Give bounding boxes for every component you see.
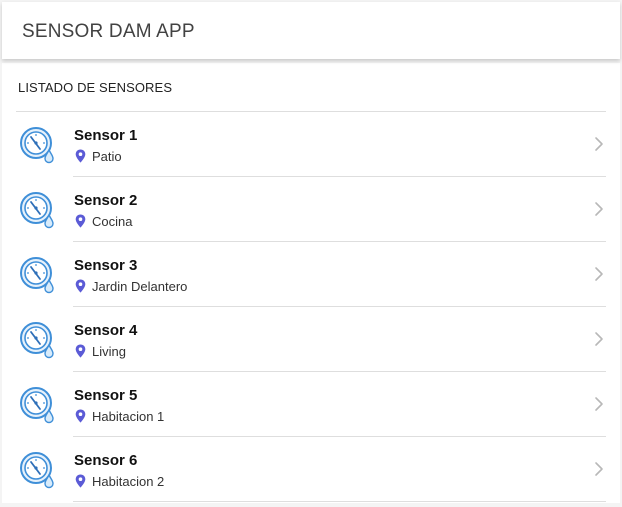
location-label: Patio xyxy=(92,148,122,164)
chevron-right-icon xyxy=(595,267,603,281)
app-window: SENSOR DAM APP LISTADO DE SENSORES Senso… xyxy=(0,0,622,507)
location-label: Cocina xyxy=(92,213,133,229)
water-gauge-icon xyxy=(20,127,54,164)
location-pin-icon xyxy=(75,214,86,228)
sensor-name: Sensor 4 xyxy=(74,322,138,339)
location-label: Jardin Delantero xyxy=(92,278,188,294)
sensor-list-item-2[interactable]: Sensor 2 Cocina xyxy=(2,177,620,242)
sensor-name: Sensor 3 xyxy=(74,257,138,274)
chevron-right-icon xyxy=(595,202,603,216)
sensor-list-item-4[interactable]: Sensor 4 Living xyxy=(2,307,620,372)
water-gauge-icon xyxy=(20,452,54,489)
location-pin-icon xyxy=(75,409,86,423)
sensor-list-item-3[interactable]: Sensor 3 Jardin Delantero xyxy=(2,242,620,307)
chevron-right-icon xyxy=(595,332,603,346)
sensor-location: Jardin Delantero xyxy=(75,278,187,294)
sensor-location: Living xyxy=(75,343,126,359)
sensor-list-panel: LISTADO DE SENSORES Sensor 1 Patio Senso… xyxy=(2,63,620,503)
sensor-list-item-5[interactable]: Sensor 5 Habitacion 1 xyxy=(2,372,620,437)
chevron-right-icon xyxy=(595,137,603,151)
sensor-location: Habitacion 2 xyxy=(75,473,164,489)
location-label: Living xyxy=(92,343,126,359)
list-header: LISTADO DE SENSORES xyxy=(18,80,173,95)
water-gauge-icon xyxy=(20,257,54,294)
sensor-list-item-6[interactable]: Sensor 6 Habitacion 2 xyxy=(2,437,620,502)
divider xyxy=(73,501,606,502)
water-gauge-icon xyxy=(20,192,54,229)
sensor-location: Cocina xyxy=(75,213,132,229)
location-pin-icon xyxy=(75,474,86,488)
sensor-location: Habitacion 1 xyxy=(75,408,164,424)
water-gauge-icon xyxy=(20,387,54,424)
app-toolbar: SENSOR DAM APP xyxy=(2,2,620,59)
water-gauge-icon xyxy=(20,322,54,359)
location-label: Habitacion 2 xyxy=(92,473,165,489)
chevron-right-icon xyxy=(595,462,603,476)
sensor-location: Patio xyxy=(75,148,122,164)
sensor-name: Sensor 6 xyxy=(74,452,138,469)
sensor-list-item-1[interactable]: Sensor 1 Patio xyxy=(2,112,620,177)
sensor-name: Sensor 2 xyxy=(74,192,138,209)
location-pin-icon xyxy=(75,344,86,358)
sensor-name: Sensor 1 xyxy=(74,127,138,144)
sensor-name: Sensor 5 xyxy=(74,387,138,404)
location-pin-icon xyxy=(75,149,86,163)
sensor-list: Sensor 1 Patio Sensor 2 Cocina Sensor 3 … xyxy=(2,112,620,502)
location-label: Habitacion 1 xyxy=(92,408,165,424)
location-pin-icon xyxy=(75,279,86,293)
chevron-right-icon xyxy=(595,397,603,411)
app-title: SENSOR DAM APP xyxy=(22,21,195,42)
